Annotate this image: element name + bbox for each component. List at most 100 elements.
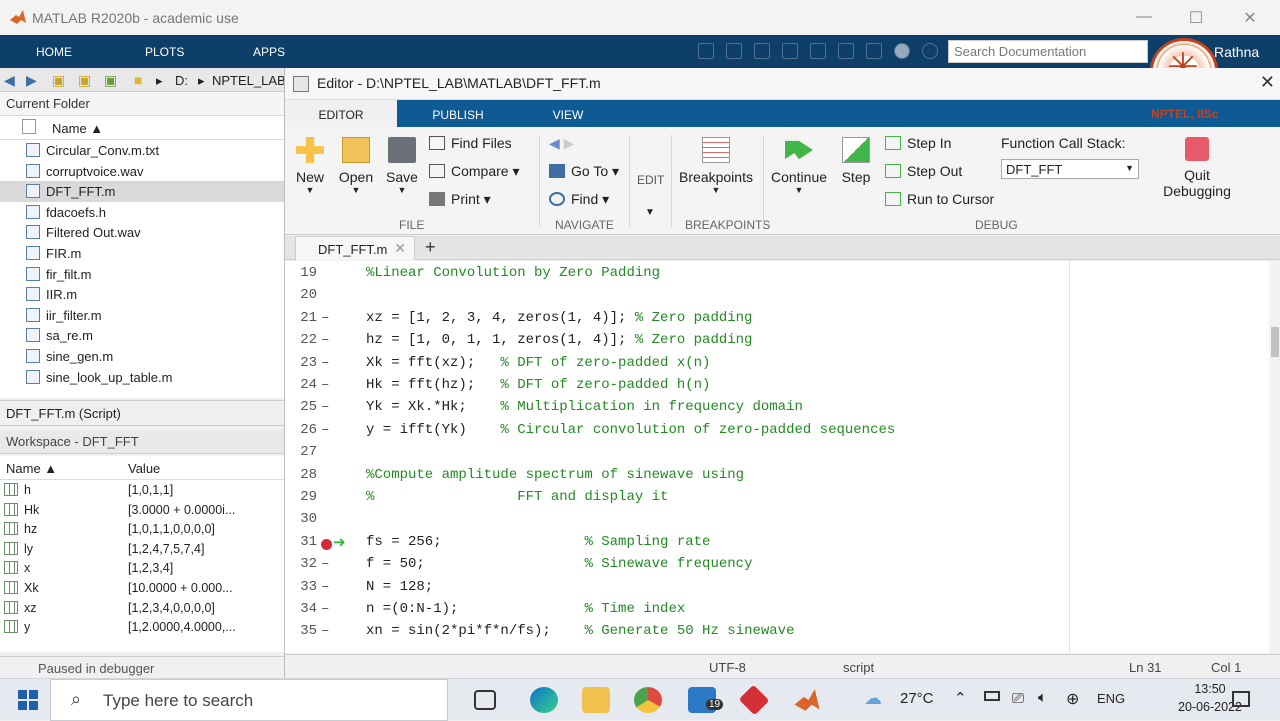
line-number[interactable]: 35 [285,623,317,639]
volume-icon[interactable]: 🔈︎ [1038,689,1047,706]
code-line[interactable]: 30 [285,511,1069,533]
executable-marker[interactable]: – [321,377,329,393]
line-number[interactable]: 24 [285,377,317,393]
file-list-item[interactable]: sine_gen.m [0,346,284,367]
workspace-row[interactable]: Hk [3.0000 + 0.0000i... [0,500,284,520]
windows-start-icon[interactable] [18,690,38,710]
file-list-item[interactable]: fir_filt.m [0,264,284,285]
close-tab-icon[interactable]: ✕ [394,240,406,257]
continue-button[interactable]: Continue ▼ [769,137,829,195]
community-icon[interactable] [922,43,938,59]
app-cube-icon[interactable] [738,684,770,716]
executable-marker[interactable]: – [321,399,329,415]
path-folder[interactable]: NPTEL_LAB [212,73,286,88]
file-list-item[interactable]: Circular_Conv.m.txt [0,140,284,161]
edit-label[interactable]: EDIT [637,173,664,187]
file-list-item[interactable]: sa_re.m [0,325,284,346]
close-icon[interactable]: ✕ [1240,8,1260,28]
find-files-button[interactable]: Find Files [429,135,512,151]
go-to-button[interactable]: Go To ▾ [549,163,619,180]
file-list-item[interactable]: FIR.m [0,243,284,264]
executable-marker[interactable]: – [321,623,329,639]
compare-button[interactable]: Compare ▾ [429,163,520,180]
line-number[interactable]: 20 [285,287,317,303]
line-number[interactable]: 28 [285,467,317,483]
breakpoints-button[interactable]: Breakpoints ▼ [677,137,755,195]
line-number[interactable]: 19 [285,265,317,281]
line-number[interactable]: 29 [285,489,317,505]
code-line[interactable]: 26– y = ifft(Yk) % Circular convolution o… [285,422,1069,444]
name-column-header[interactable]: Name ▲ [6,461,57,476]
workspace-row[interactable]: hz [1,0,1,1,0,0,0,0] [0,519,284,539]
taskbar-search-box[interactable]: ⌕ Type here to search [50,679,448,721]
close-editor-icon[interactable]: ✕ [1260,72,1275,93]
battery-icon[interactable] [984,691,1000,701]
path-drive[interactable]: D: [175,73,188,88]
executable-marker[interactable]: – [321,310,329,326]
file-list-item[interactable]: DFT_FFT.m [0,181,284,202]
new-button[interactable]: New ▼ [295,137,325,195]
save-button[interactable]: Save ▼ [385,137,419,195]
tab-home[interactable]: HOME [36,45,72,59]
line-number[interactable]: 34 [285,601,317,617]
line-number[interactable]: 23 [285,355,317,371]
name-column-header[interactable]: Name ▲ [52,121,103,136]
function-call-stack-select[interactable]: DFT_FFT [1001,159,1139,179]
run-to-cursor-button[interactable]: Run to Cursor [885,191,994,207]
step-in-button[interactable]: Step In [885,135,951,151]
paste-icon[interactable] [782,43,798,59]
matlab-taskbar-icon[interactable] [793,687,821,713]
value-column-header[interactable]: Value [128,461,160,476]
find-button[interactable]: Find ▾ [549,191,609,208]
up-folder-icon[interactable]: ▣ [52,72,65,89]
line-number[interactable]: 32 [285,556,317,572]
file-explorer-icon[interactable] [582,687,610,713]
executable-marker[interactable]: – [321,601,329,617]
file-list-item[interactable]: sine_look_up_table.m [0,367,284,388]
add-tab-icon[interactable]: + [425,237,436,258]
undo-icon[interactable] [810,43,826,59]
doc-tab-dft-fft[interactable]: DFT_FFT.m ✕ [295,236,415,260]
weather-icon[interactable]: ☁ [864,688,882,709]
vertical-scrollbar[interactable] [1269,261,1280,653]
switch-windows-icon[interactable] [866,43,882,59]
chrome-browser-icon[interactable] [634,687,662,713]
file-list-header[interactable]: Name ▲ [0,116,284,140]
task-view-icon[interactable] [474,690,496,710]
code-line[interactable]: 34– n =(0:N-1); % Time index [285,601,1069,623]
browse-folder-icon[interactable]: ▣ [78,72,91,89]
breakpoint-icon[interactable] [321,538,332,550]
open-button[interactable]: Open ▼ [337,137,375,195]
code-line[interactable]: 22– hz = [1, 0, 1, 1, zeros(1, 4)]; % Zer… [285,332,1069,354]
step-out-button[interactable]: Step Out [885,163,962,179]
cut-icon[interactable] [726,43,742,59]
line-number[interactable]: 25 [285,399,317,415]
code-line[interactable]: 32– f = 50; % Sinewave frequency [285,556,1069,578]
chevron-up-icon[interactable]: ⌃ [954,689,967,707]
code-line[interactable]: 23– Xk = fft(xz); % DFT of zero-padded x(… [285,355,1069,377]
back-icon[interactable]: ◀ [4,72,15,89]
edit-dropdown-icon[interactable]: ▼ [645,207,655,218]
file-list-item[interactable]: IIR.m [0,284,284,305]
minimize-icon[interactable]: — [1134,8,1154,26]
line-number[interactable]: 33 [285,579,317,595]
workspace-row[interactable]: xz [1,2,3,4,0,0,0,0] [0,598,284,618]
workspace-row[interactable]: h [1,0,1,1] [0,480,284,500]
executable-marker[interactable]: – [321,332,329,348]
line-number[interactable]: 31 [285,534,317,550]
code-line[interactable]: 27 [285,444,1069,466]
print-button[interactable]: Print ▾ [429,191,491,208]
code-line[interactable]: 24– Hk = fft(hz); % DFT of zero-padded h(… [285,377,1069,399]
code-line[interactable]: 25– Yk = Xk.*Hk; % Multiplication in freq… [285,399,1069,421]
code-line[interactable]: 21– xz = [1, 2, 3, 4, zeros(1, 4)]; % Zer… [285,310,1069,332]
maximize-icon[interactable]: ☐ [1186,8,1206,28]
line-number[interactable]: 30 [285,511,317,527]
code-line[interactable]: 31 ➜ fs = 256; % Sampling rate [285,534,1069,556]
quit-debugging-button[interactable]: Quit Debugging [1159,137,1235,199]
line-number[interactable]: 21 [285,310,317,326]
scroll-thumb[interactable] [1271,327,1279,357]
file-list-item[interactable]: iir_filter.m [0,305,284,326]
tab-publish[interactable]: PUBLISH [399,100,517,127]
user-name[interactable]: Rathna [1214,44,1259,60]
tab-plots[interactable]: PLOTS [145,45,184,59]
